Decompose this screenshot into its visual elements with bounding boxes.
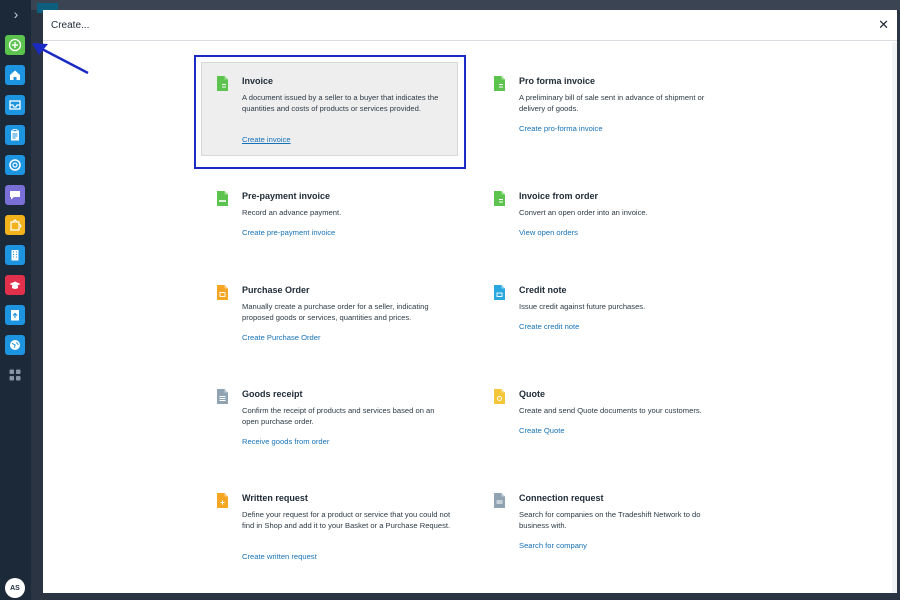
create-invoice-link[interactable]: Create invoice: [242, 135, 291, 144]
inbox-icon[interactable]: [5, 95, 25, 115]
card-description: Create and send Quote documents to your …: [519, 406, 702, 415]
chat-icon[interactable]: [5, 185, 25, 205]
card-title: Purchase Order: [242, 285, 310, 295]
card-description: A preliminary bill of sale sent in advan…: [519, 93, 705, 113]
card-title: Invoice from order: [519, 191, 599, 201]
graduation-cap-icon[interactable]: [5, 275, 25, 295]
card-description: Define your request for a product or ser…: [242, 510, 451, 530]
clipboard-icon[interactable]: [5, 125, 25, 145]
create-credit-note-link[interactable]: Create credit note: [519, 322, 579, 331]
card-description: Convert an open order into an invoice.: [519, 208, 648, 217]
lifebuoy-icon[interactable]: [5, 155, 25, 175]
card-title: Quote: [519, 389, 545, 399]
globe-icon[interactable]: [5, 335, 25, 355]
card-title: Connection request: [519, 493, 604, 503]
green-document-icon: [217, 191, 228, 206]
create-pro-forma-invoice-link[interactable]: Create pro-forma invoice: [519, 124, 603, 133]
view-open-orders-link[interactable]: View open orders: [519, 228, 578, 237]
upload-document-icon[interactable]: [5, 305, 25, 325]
card-description: Issue credit against future purchases.: [519, 302, 646, 311]
card-pro-forma-invoice[interactable]: Pro forma invoice A preliminary bill of …: [494, 76, 750, 156]
orange-document-icon: [217, 285, 228, 300]
apps-grid-icon[interactable]: [5, 365, 25, 385]
card-description: Manually create a purchase order for a s…: [242, 302, 429, 322]
card-title: Pre-payment invoice: [242, 191, 331, 201]
card-quote[interactable]: Quote Create and send Quote documents to…: [494, 389, 750, 449]
card-title: Written request: [242, 493, 308, 503]
card-title: Pro forma invoice: [519, 76, 596, 86]
card-purchase-order[interactable]: Purchase Order Manually create a purchas…: [217, 285, 473, 355]
card-description: Record an advance payment.: [242, 208, 342, 217]
card-invoice[interactable]: Invoice A document issued by a seller to…: [217, 76, 473, 156]
card-title: Credit note: [519, 285, 567, 295]
create-quote-link[interactable]: Create Quote: [519, 426, 565, 435]
close-icon[interactable]: ✕: [878, 17, 889, 33]
yellow-document-icon: [494, 389, 505, 404]
orange-document-icon: [217, 493, 228, 508]
card-written-request[interactable]: Written request Define your request for …: [217, 493, 473, 573]
create-written-request-link[interactable]: Create written request: [242, 552, 317, 561]
card-title: Invoice: [242, 76, 274, 86]
dialog-header: Create... ✕: [43, 10, 897, 41]
building-icon[interactable]: [5, 245, 25, 265]
card-invoice-from-order[interactable]: Invoice from order Convert an open order…: [494, 191, 750, 251]
expand-sidebar-chevron-icon[interactable]: ›: [8, 6, 24, 22]
card-pre-payment-invoice[interactable]: Pre-payment invoice Record an advance pa…: [217, 191, 473, 251]
create-purchase-order-link[interactable]: Create Purchase Order: [242, 333, 321, 342]
green-document-icon: [494, 191, 505, 206]
receive-goods-from-order-link[interactable]: Receive goods from order: [242, 437, 329, 446]
user-avatar[interactable]: AS: [5, 578, 25, 598]
create-pre-payment-invoice-link[interactable]: Create pre-payment invoice: [242, 228, 335, 237]
home-icon[interactable]: [5, 65, 25, 85]
left-sidebar: › AS: [0, 0, 31, 600]
card-description: A document issued by a seller to a buyer…: [242, 93, 439, 113]
gray-document-icon: [217, 389, 228, 404]
card-credit-note[interactable]: Credit note Issue credit against future …: [494, 285, 750, 345]
dialog-title: Create...: [51, 19, 90, 31]
card-title: Goods receipt: [242, 389, 303, 399]
puzzle-icon[interactable]: [5, 215, 25, 235]
create-dialog: Create... ✕ Invoice A document issued by…: [43, 10, 897, 593]
create-plus-icon[interactable]: [5, 35, 25, 55]
card-goods-receipt[interactable]: Goods receipt Confirm the receipt of pro…: [217, 389, 473, 459]
scrollbar[interactable]: [892, 42, 897, 593]
card-description: Confirm the receipt of products and serv…: [242, 406, 435, 426]
green-document-icon: [494, 76, 505, 91]
gray-document-icon: [494, 493, 505, 508]
green-document-icon: [217, 76, 228, 91]
annotation-arrow-icon: [32, 43, 89, 75]
blue-document-icon: [494, 285, 505, 300]
search-for-company-link[interactable]: Search for company: [519, 541, 587, 550]
card-description: Search for companies on the Tradeshift N…: [519, 510, 701, 530]
card-connection-request[interactable]: Connection request Search for companies …: [494, 493, 750, 563]
background-app-header: [31, 0, 900, 10]
